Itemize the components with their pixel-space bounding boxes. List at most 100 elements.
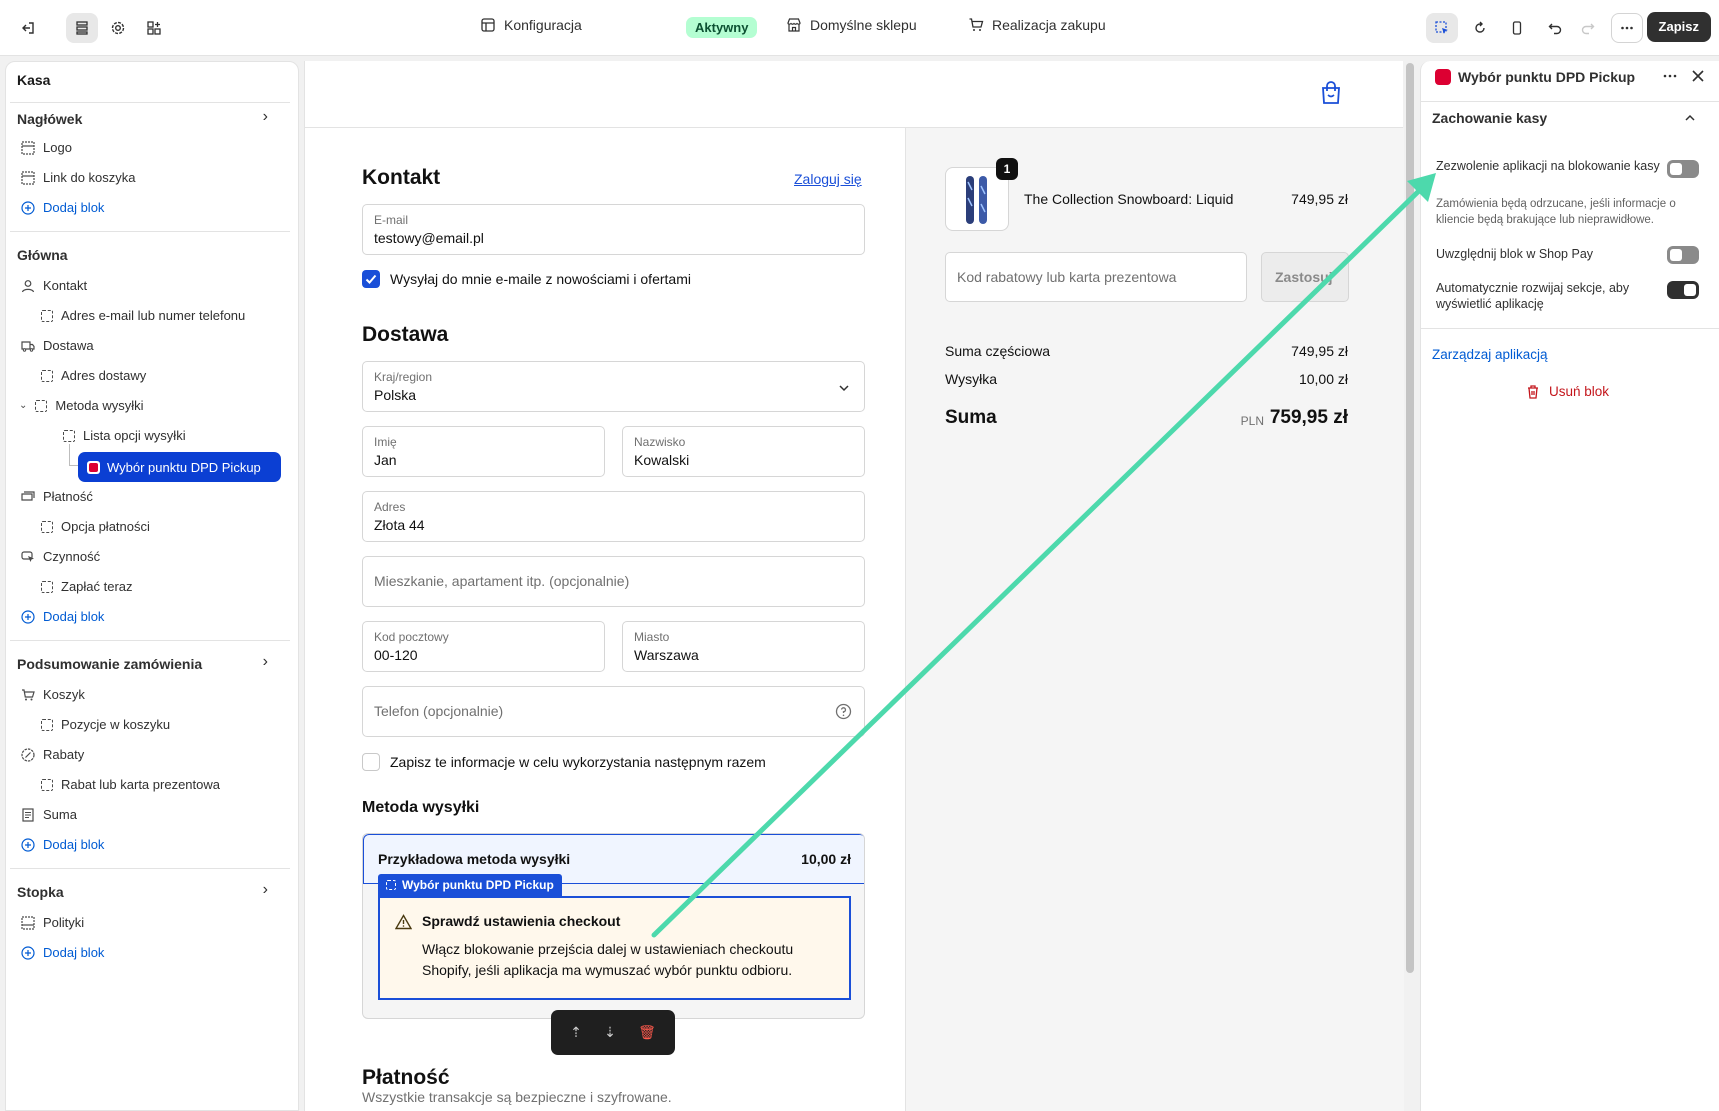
section-stopka[interactable]: Stopka: [17, 884, 64, 900]
sidebar-item-lista-opcji[interactable]: Lista opcji wysyłki: [63, 428, 186, 443]
undo-icon: [1548, 23, 1562, 35]
sidebar-item-zaplac-teraz[interactable]: Zapłać teraz: [41, 579, 133, 594]
add-block-button[interactable]: Dodaj blok: [21, 945, 104, 960]
sidebar-item-platnosc[interactable]: Płatność: [21, 489, 93, 504]
product-price: 749,95 zł: [1291, 191, 1348, 207]
apply-discount-button[interactable]: Zastosuj: [1261, 252, 1349, 302]
redo-button[interactable]: [1572, 13, 1604, 43]
scroll-thumb[interactable]: [1406, 63, 1414, 973]
section-podsumowanie[interactable]: Podsumowanie zamówienia: [17, 656, 202, 672]
toggle-shop-pay[interactable]: [1667, 246, 1699, 264]
sidebar: Kasa Nagłówek › Logo Link do koszyka Dod…: [5, 61, 299, 1111]
section-naglowek[interactable]: Nagłówek: [17, 111, 82, 127]
first-name-value: Jan: [374, 452, 397, 468]
mobile-preview-button[interactable]: [1464, 13, 1496, 43]
inspector-button[interactable]: [1426, 13, 1458, 43]
settings-button[interactable]: [102, 13, 134, 43]
dpd-block-tag[interactable]: Wybór punktu DPD Pickup: [378, 874, 562, 896]
sidebar-item-label: Logo: [43, 140, 72, 155]
sidebar-item-logo[interactable]: Logo: [21, 140, 72, 155]
bag-icon[interactable]: [1320, 81, 1342, 108]
block-icon: [41, 580, 53, 593]
sidebar-item-pozycje[interactable]: Pozycje w koszyku: [41, 717, 170, 732]
sidebar-item-suma[interactable]: Suma: [21, 807, 77, 822]
shipping-value: 10,00 zł: [1298, 371, 1348, 387]
exit-button[interactable]: [12, 13, 44, 43]
block-icon: [41, 778, 53, 791]
sidebar-item-dostawa[interactable]: Dostawa: [21, 338, 94, 353]
more-button[interactable]: [1611, 13, 1643, 43]
undo-button[interactable]: [1539, 13, 1571, 43]
sidebar-item-adres-email[interactable]: Adres e-mail lub numer telefonu: [41, 308, 245, 323]
sidebar-item-metoda-wysylki[interactable]: ⌄ Metoda wysyłki: [19, 398, 144, 413]
chevron-right-icon[interactable]: ›: [263, 653, 268, 671]
close-icon[interactable]: [1689, 67, 1707, 88]
preview-scrollbar[interactable]: [1404, 61, 1416, 1111]
nav-domyslne[interactable]: Domyślne sklepu: [786, 17, 917, 33]
add-block-button[interactable]: Dodaj blok: [21, 200, 104, 215]
address-field[interactable]: Adres Złota 44: [362, 491, 865, 542]
city-field[interactable]: Miasto Warszawa: [622, 621, 865, 672]
nav-konfiguracja[interactable]: Konfiguracja: [480, 17, 582, 33]
nav-realizacja[interactable]: Realizacja zakupu: [968, 17, 1106, 33]
sidebar-item-adres-dostawy[interactable]: Adres dostawy: [41, 368, 146, 383]
chevron-right-icon[interactable]: ›: [263, 108, 268, 126]
discount-input[interactable]: Kod rabatowy lub karta prezentowa: [945, 252, 1247, 302]
sidebar-item-opcja-platnosci[interactable]: Opcja płatności: [41, 519, 150, 534]
sidebar-item-link-koszyk[interactable]: Link do koszyka: [21, 170, 136, 185]
first-name-field[interactable]: Imię Jan: [362, 426, 605, 477]
sidebar-item-czynnosc[interactable]: Czynność: [21, 549, 100, 564]
save-button[interactable]: Zapisz: [1646, 12, 1711, 42]
add-block-button[interactable]: Dodaj blok: [21, 837, 104, 852]
checkmark-icon: [365, 274, 377, 284]
remove-block-button[interactable]: Usuń blok: [1526, 384, 1609, 399]
device-button[interactable]: [1501, 13, 1533, 43]
sidebar-item-kontakt[interactable]: Kontakt: [21, 278, 87, 293]
phone-field[interactable]: Telefon (opcjonalnie): [362, 686, 865, 737]
apps-button[interactable]: [138, 13, 170, 43]
add-block-button[interactable]: Dodaj blok: [21, 609, 104, 624]
sidebar-item-label: Lista opcji wysyłki: [83, 428, 186, 443]
newsletter-checkbox[interactable]: [362, 270, 380, 288]
dpd-cube-icon: [87, 460, 100, 474]
country-select[interactable]: Kraj/region Polska: [362, 361, 865, 412]
layout-icon: [481, 18, 495, 32]
zip-field[interactable]: Kod pocztowy 00-120: [362, 621, 605, 672]
chevron-down-icon[interactable]: ⌄: [19, 400, 27, 411]
move-down-icon[interactable]: ⇣: [604, 1024, 616, 1041]
manage-app-link[interactable]: Zarządzaj aplikacją: [1432, 347, 1548, 362]
trash-icon[interactable]: 🗑: [638, 1024, 656, 1041]
login-link[interactable]: Zaloguj się: [794, 171, 862, 187]
chevron-up-icon[interactable]: [1683, 111, 1697, 128]
move-up-icon[interactable]: ⇡: [570, 1024, 582, 1041]
save-info-checkbox[interactable]: [362, 753, 380, 771]
sidebar-item-rabat-karta[interactable]: Rabat lub karta prezentowa: [41, 777, 220, 792]
sidebar-item-label: Pozycje w koszyku: [61, 717, 171, 732]
option-auto-expand-label: Automatycznie rozwijaj sekcje, aby wyświ…: [1436, 281, 1630, 311]
section-glowna[interactable]: Główna: [17, 247, 68, 263]
last-name-field[interactable]: Nazwisko Kowalski: [622, 426, 865, 477]
first-name-label: Imię: [374, 435, 397, 449]
block-icon: [41, 520, 53, 533]
toggle-block-checkout[interactable]: [1667, 160, 1699, 178]
section-zachowanie-kasy[interactable]: Zachowanie kasy: [1432, 110, 1547, 126]
chevron-right-icon[interactable]: ›: [263, 881, 268, 899]
sidebar-item-wybor-dpd[interactable]: Wybór punktu DPD Pickup: [78, 452, 281, 482]
email-field[interactable]: E-mail testowy@email.pl: [362, 204, 865, 255]
add-block-label: Dodaj blok: [43, 945, 105, 960]
apartment-field[interactable]: Mieszkanie, apartament itp. (opcjonalnie…: [362, 556, 865, 607]
sidebar-item-koszyk[interactable]: Koszyk: [21, 687, 85, 702]
option-block-checkout-help: Zamówienia będą odrzucane, jeśli informa…: [1436, 198, 1676, 226]
sections-button[interactable]: [66, 13, 98, 43]
add-block-label: Dodaj blok: [43, 837, 105, 852]
footer-block-icon: [21, 915, 35, 930]
sidebar-item-polityki[interactable]: Polityki: [21, 915, 84, 930]
phone-icon: [1512, 21, 1522, 35]
sidebar-item-label: Czynność: [43, 549, 101, 564]
more-horizontal-icon[interactable]: [1661, 67, 1679, 88]
sidebar-item-rabaty[interactable]: Rabaty: [21, 747, 84, 762]
kontakt-title: Kontakt: [362, 166, 441, 189]
toggle-auto-expand[interactable]: [1667, 281, 1699, 299]
sidebar-title: Kasa: [17, 72, 51, 88]
sidebar-item-label: Rabat lub karta prezentowa: [61, 777, 220, 792]
